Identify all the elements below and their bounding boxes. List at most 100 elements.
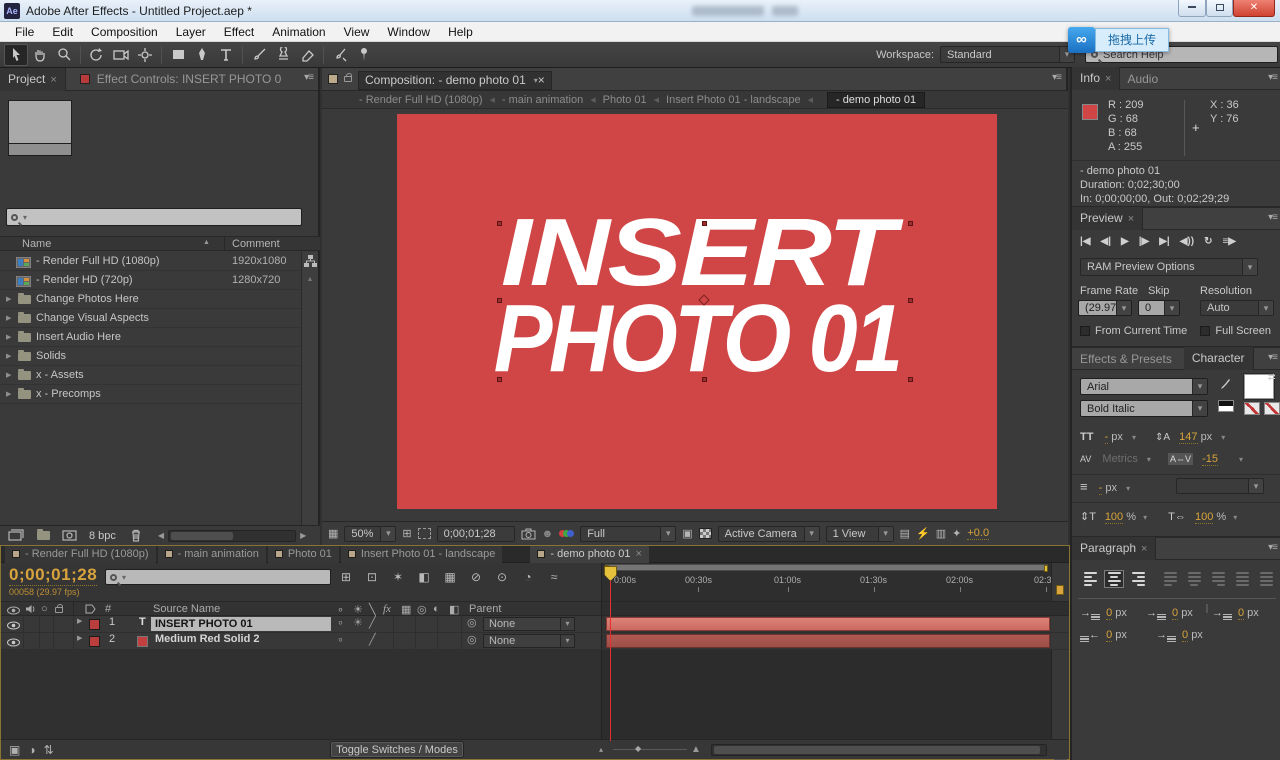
frame-rate-select[interactable]: (29.97) ▾ (1078, 300, 1132, 316)
scroll-up-icon[interactable]: ▲ (302, 276, 318, 283)
prev-frame-button[interactable]: ◀| (1101, 236, 1112, 247)
panel-menu-icon[interactable]: ▾≡ (304, 72, 313, 83)
effects-switch-icon[interactable]: ╱ (369, 616, 376, 629)
panel-menu-icon[interactable]: ▾≡ (1268, 72, 1277, 83)
toggle-switches-modes-button[interactable]: Toggle Switches / Modes (331, 742, 463, 757)
magnification-select[interactable]: 50% ▾ (344, 526, 396, 542)
trash-icon[interactable] (130, 529, 142, 542)
selection-handle[interactable] (497, 221, 502, 226)
first-frame-button[interactable]: |◀ (1080, 236, 1091, 247)
timeline-tab[interactable]: - Render Full HD (1080p) (5, 546, 156, 563)
space-before-value[interactable]: 0 (1106, 629, 1112, 642)
timeline-button-icon[interactable]: ▥ (936, 527, 946, 540)
snapshot-icon[interactable] (521, 528, 536, 540)
timeline-tab[interactable]: - main animation (158, 546, 266, 563)
target-region-icon[interactable]: ▣ (682, 527, 692, 540)
live-update-icon[interactable]: ⊡ (363, 568, 381, 586)
layer-name-selected[interactable]: INSERT PHOTO 01 (151, 617, 331, 631)
close-button[interactable]: ✕ (1233, 0, 1275, 17)
motion-blur-icon[interactable]: ⊘ (467, 568, 485, 586)
tab-paragraph[interactable]: Paragraph× (1072, 537, 1156, 560)
drag-upload-overlay[interactable]: ∞ 拖拽上传 (1068, 27, 1169, 53)
viewer-canvas-area[interactable]: INSERT PHOTO 01 (322, 109, 1068, 521)
stroke-color-swatch[interactable] (1244, 402, 1260, 415)
frame-blending-icon[interactable]: ▦ (441, 568, 459, 586)
tab-effects-presets[interactable]: Effects & Presets (1080, 352, 1172, 366)
shy-layers-icon[interactable]: ◧ (415, 568, 433, 586)
zoom-in-mountain-icon[interactable]: ▲ (691, 744, 701, 755)
layer-duration-bar[interactable] (606, 617, 1050, 631)
resolution-preview-select[interactable]: Auto ▾ (1200, 300, 1274, 316)
chevron-down-icon[interactable]: ▾ (1239, 455, 1243, 464)
project-row-folder[interactable]: ▶ Solids (0, 347, 303, 366)
comp-marker-bin[interactable] (1056, 585, 1064, 595)
camera-tool-icon[interactable] (109, 44, 133, 66)
next-frame-button[interactable]: |▶ (1139, 236, 1150, 247)
work-area-bar[interactable] (1206, 604, 1208, 613)
project-row-comp[interactable]: - Render HD (720p) 1280x720 (0, 271, 303, 290)
align-center-button[interactable] (1104, 570, 1124, 588)
justify-full-button[interactable] (1256, 570, 1276, 588)
menu-edit[interactable]: Edit (43, 22, 82, 42)
menu-layer[interactable]: Layer (167, 22, 215, 42)
eyedropper-icon[interactable] (1218, 378, 1231, 392)
work-area-strip[interactable] (605, 564, 1048, 571)
tracking-value[interactable]: -15 (1202, 453, 1218, 466)
canvas-text[interactable]: INSERT PHOTO 01 (397, 210, 997, 382)
new-folder-icon[interactable] (37, 531, 50, 540)
font-style-select[interactable]: Bold Italic ▾ (1080, 400, 1208, 417)
timeline-zoom-slider[interactable]: ◆ (613, 749, 687, 750)
selection-handle[interactable] (497, 377, 502, 382)
expand-triangle-icon[interactable]: ▶ (6, 290, 11, 309)
expand-triangle-icon[interactable]: ▶ (77, 617, 82, 625)
collapse-switch-icon[interactable]: ∘ (337, 633, 344, 646)
tab-audio[interactable]: Audio (1127, 72, 1158, 86)
timeline-search-input[interactable]: ▾ (105, 569, 331, 585)
timeline-tab[interactable]: Photo 01 (268, 546, 339, 563)
project-row-comp[interactable]: - Render Full HD (1080p) 1920x1080 (0, 252, 303, 271)
menu-composition[interactable]: Composition (82, 22, 167, 42)
indent-left-value[interactable]: 0 (1106, 607, 1112, 620)
selection-handle[interactable] (702, 377, 707, 382)
from-current-time-checkbox[interactable] (1080, 326, 1090, 336)
panel-menu-icon[interactable]: ▾≡ (1052, 72, 1061, 83)
pixel-aspect-icon[interactable]: ▤ (900, 527, 910, 540)
lock-column-icon[interactable] (55, 604, 63, 616)
close-icon[interactable]: × (50, 74, 56, 86)
panel-menu-icon[interactable]: ▾≡ (1268, 352, 1277, 363)
menu-help[interactable]: Help (439, 22, 482, 42)
video-column-icon[interactable] (7, 604, 20, 616)
show-snapshot-icon[interactable]: ☻ (542, 528, 554, 540)
resolution-select[interactable]: Full ▾ (580, 526, 676, 542)
column-comment[interactable]: Comment (232, 238, 280, 250)
eye-icon[interactable] (7, 619, 20, 631)
workspace-select[interactable]: Standard ▾ (940, 46, 1075, 63)
viewer-timecode[interactable]: 0;00;01;28 (437, 526, 515, 542)
timeline-hscrollbar[interactable] (711, 744, 1047, 756)
timeline-tab[interactable]: Insert Photo 01 - landscape (341, 546, 503, 563)
layer-name[interactable]: Medium Red Solid 2 (155, 633, 260, 645)
menu-view[interactable]: View (335, 22, 379, 42)
pen-tool-icon[interactable] (190, 44, 214, 66)
interpret-footage-icon[interactable] (8, 529, 25, 542)
menu-animation[interactable]: Animation (263, 22, 334, 42)
pan-behind-tool-icon[interactable] (133, 44, 157, 66)
justify-last-left-button[interactable] (1160, 570, 1180, 588)
stroke-style-select[interactable]: ▾ (1176, 478, 1264, 494)
type-tool-icon[interactable] (214, 44, 238, 66)
ram-preview-button[interactable]: ≡▶ (1222, 236, 1236, 247)
current-time-display[interactable]: 0;00;01;28 (9, 565, 97, 586)
panel-menu-icon[interactable]: ▾≡ (1268, 542, 1277, 553)
breadcrumb-item[interactable]: Insert Photo 01 - landscape (666, 94, 801, 106)
zoom-tool-icon[interactable] (52, 44, 76, 66)
solo-column-icon[interactable]: ○ (41, 603, 48, 615)
chevron-down-icon[interactable]: ▾ (1132, 433, 1136, 442)
minimize-button[interactable] (1178, 0, 1206, 17)
timeline-tab-active[interactable]: - demo photo 01× (530, 546, 649, 563)
auto-keyframe-icon[interactable]: ◔ (519, 568, 537, 586)
play-button[interactable]: ▶ (1121, 236, 1129, 247)
close-icon[interactable]: × (1141, 543, 1147, 555)
fast-preview-icon[interactable]: ⚡ (916, 527, 930, 540)
new-composition-icon[interactable] (62, 530, 77, 541)
expand-triangle-icon[interactable]: ▶ (6, 328, 11, 347)
